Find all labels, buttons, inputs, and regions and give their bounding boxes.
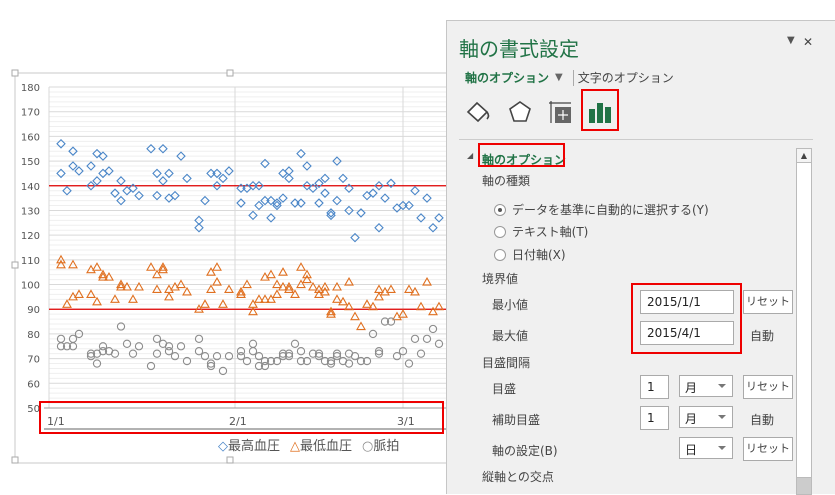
diamond-marker-icon: ◇ [218,439,228,454]
radio-auto[interactable]: データを基準に自動的に選択する(Y) [494,201,709,218]
major-unit-select[interactable]: 月 [679,375,733,397]
triangle-marker-icon: △ [290,439,301,454]
reset-min-button[interactable]: リセット [743,290,793,314]
select-value: 日 [685,443,698,457]
y-tick-label: 120 [21,231,40,242]
resize-handle [11,261,19,269]
resize-handle [11,69,19,77]
radio-button[interactable] [494,226,506,238]
resize-handle [226,69,234,77]
tab-text-options[interactable]: 文字のオプション [578,69,674,86]
minor-value-input[interactable]: 1 [640,406,669,430]
select-value: 月 [685,412,698,426]
radio-date-axis[interactable]: 日付軸(X) [494,246,566,263]
y-tick-label: 150 [21,157,40,168]
y-tick-label: 160 [21,132,40,143]
resize-handle [226,456,234,464]
y-tick-label: 80 [27,330,40,341]
y-tick-label: 60 [27,379,40,390]
y-tick-label: 170 [21,108,40,119]
tab-axis-options[interactable]: 軸のオプション [465,69,549,86]
legend-item-diastolic: △最低血圧 [290,439,353,454]
x-tick-label: 2/1 [229,415,247,428]
pane-title: 軸の書式設定 [459,37,579,61]
major-value-input[interactable]: 1 [640,375,669,399]
max-auto-label: 自動 [750,329,775,343]
effects-pentagon-icon[interactable] [505,97,535,127]
highlight-box [631,283,742,354]
major-label: 目盛 [492,382,517,396]
y-tick-label: 140 [21,182,40,193]
scrollbar[interactable]: ▲ [796,148,812,495]
reset-base-button[interactable]: リセット [743,437,793,461]
scroll-up-icon[interactable]: ▲ [797,149,811,163]
minor-label: 補助目盛 [492,413,541,427]
radio-label: テキスト軸(T) [512,225,589,239]
axis-type-label: 軸の種類 [482,174,531,188]
chevron-down-icon [718,446,726,450]
max-label: 最大値 [492,329,529,343]
base-unit-select[interactable]: 日 [679,437,733,459]
circle-marker-icon: ○ [362,439,374,454]
x-tick-label: 1/1 [47,415,65,428]
scatter-chart[interactable]: 1/1 2/1 3/1 50 60 70 80 90 100 110 120 130 140 150 160… [0,0,446,494]
close-icon[interactable]: ✕ [803,35,813,49]
minor-unit-select[interactable]: 月 [679,406,733,428]
radio-label: データを基準に自動的に選択する(Y) [512,203,709,217]
highlight-box [478,143,565,167]
y-tick-label: 130 [21,206,40,217]
format-axis-pane: 軸の書式設定 ▼ ✕ 軸のオプション ▼ 文字のオプション ◢ 軸のオプション … [446,20,835,495]
min-label: 最小値 [492,298,529,312]
scroll-thumb[interactable] [797,163,811,478]
base-unit-label: 軸の設定(B) [492,444,558,458]
y-tick-label: 110 [21,256,40,267]
size-properties-icon[interactable] [545,97,575,127]
chevron-down-icon [718,384,726,388]
chevron-down-icon[interactable]: ▼ [555,72,563,83]
highlight-box [581,89,619,131]
y-tick-label: 90 [27,305,40,316]
x-tick-label: 3/1 [397,415,415,428]
y-tick-label: 50 [27,404,40,415]
y-tick-label: 70 [27,355,40,366]
tab-separator [572,69,574,86]
radio-button[interactable] [494,204,506,216]
pane-options-dropdown[interactable]: ▼ [787,35,795,46]
radio-label: 日付軸(X) [512,248,566,262]
chart-area[interactable]: 1/1 2/1 3/1 50 60 70 80 90 100 110 120 130 140 150 160… [0,0,446,494]
radio-button[interactable] [494,249,506,261]
collapse-triangle-icon[interactable]: ◢ [467,151,473,160]
resize-handle [11,456,19,464]
units-label: 目盛間隔 [482,356,531,370]
bounds-label: 境界値 [482,272,519,286]
chart-legend[interactable]: ◇最高血圧 △最低血圧 ○脈拍 [218,435,399,454]
select-value: 月 [685,381,698,395]
y-tick-label: 100 [21,281,40,292]
reset-major-button[interactable]: リセット [743,375,793,399]
vertical-axis-crosses-label: 縦軸との交点 [482,470,554,484]
chevron-down-icon [718,415,726,419]
fill-line-icon[interactable] [463,97,493,127]
radio-text-axis[interactable]: テキスト軸(T) [494,223,588,240]
divider [459,139,813,140]
y-tick-label: 180 [21,83,40,94]
minor-auto-label: 自動 [750,413,775,427]
legend-item-pulse: ○脈拍 [362,439,400,454]
legend-item-systolic: ◇最高血圧 [218,439,281,454]
